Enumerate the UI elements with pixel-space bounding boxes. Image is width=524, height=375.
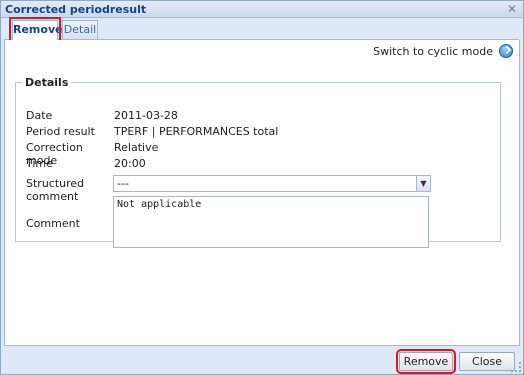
title-bar[interactable]: Corrected periodresult ✕ — [1, 1, 523, 18]
structured-comment-select[interactable]: --- ▼ — [113, 175, 431, 192]
remove-button[interactable]: Remove — [396, 349, 456, 374]
circular-arrow-icon[interactable] — [499, 44, 513, 58]
field-value: 20:00 — [114, 157, 146, 170]
dialog-window: Corrected periodresult ✕ Remove Detail S… — [0, 0, 524, 375]
dialog-title: Corrected periodresult — [5, 3, 147, 16]
comment-textarea[interactable]: Not applicable — [113, 196, 429, 248]
field-value: 2011-03-28 — [114, 109, 178, 122]
field-label: Period result — [26, 125, 95, 138]
chevron-down-icon[interactable]: ▼ — [416, 176, 430, 191]
switch-mode-label: Switch to cyclic mode — [373, 44, 493, 58]
details-legend: Details — [25, 76, 69, 89]
comment-label: Comment — [26, 217, 80, 230]
structured-comment-value: --- — [117, 177, 129, 190]
field-label: Time — [26, 157, 53, 170]
close-button[interactable]: Close — [459, 352, 515, 371]
field-row-comment: Comment Not applicable — [26, 196, 436, 250]
close-icon[interactable]: ✕ — [505, 2, 519, 16]
tab-panel: Switch to cyclic mode Details Date 2011-… — [4, 40, 520, 346]
field-row-structured-comment: Structured comment --- ▼ — [26, 175, 436, 203]
resize-grip-icon[interactable] — [511, 362, 521, 372]
field-label: Date — [26, 109, 53, 122]
field-value: TPERF | PERFORMANCES total — [114, 125, 279, 138]
details-fieldset: Details Date 2011-03-28 Period result TP… — [15, 76, 501, 248]
tab-detail[interactable]: Detail — [62, 20, 98, 39]
field-value: Relative — [114, 141, 159, 154]
switch-mode-link[interactable]: Switch to cyclic mode — [373, 44, 513, 58]
tab-remove[interactable]: Remove — [9, 17, 63, 43]
tab-strip: Remove Detail — [4, 17, 519, 43]
